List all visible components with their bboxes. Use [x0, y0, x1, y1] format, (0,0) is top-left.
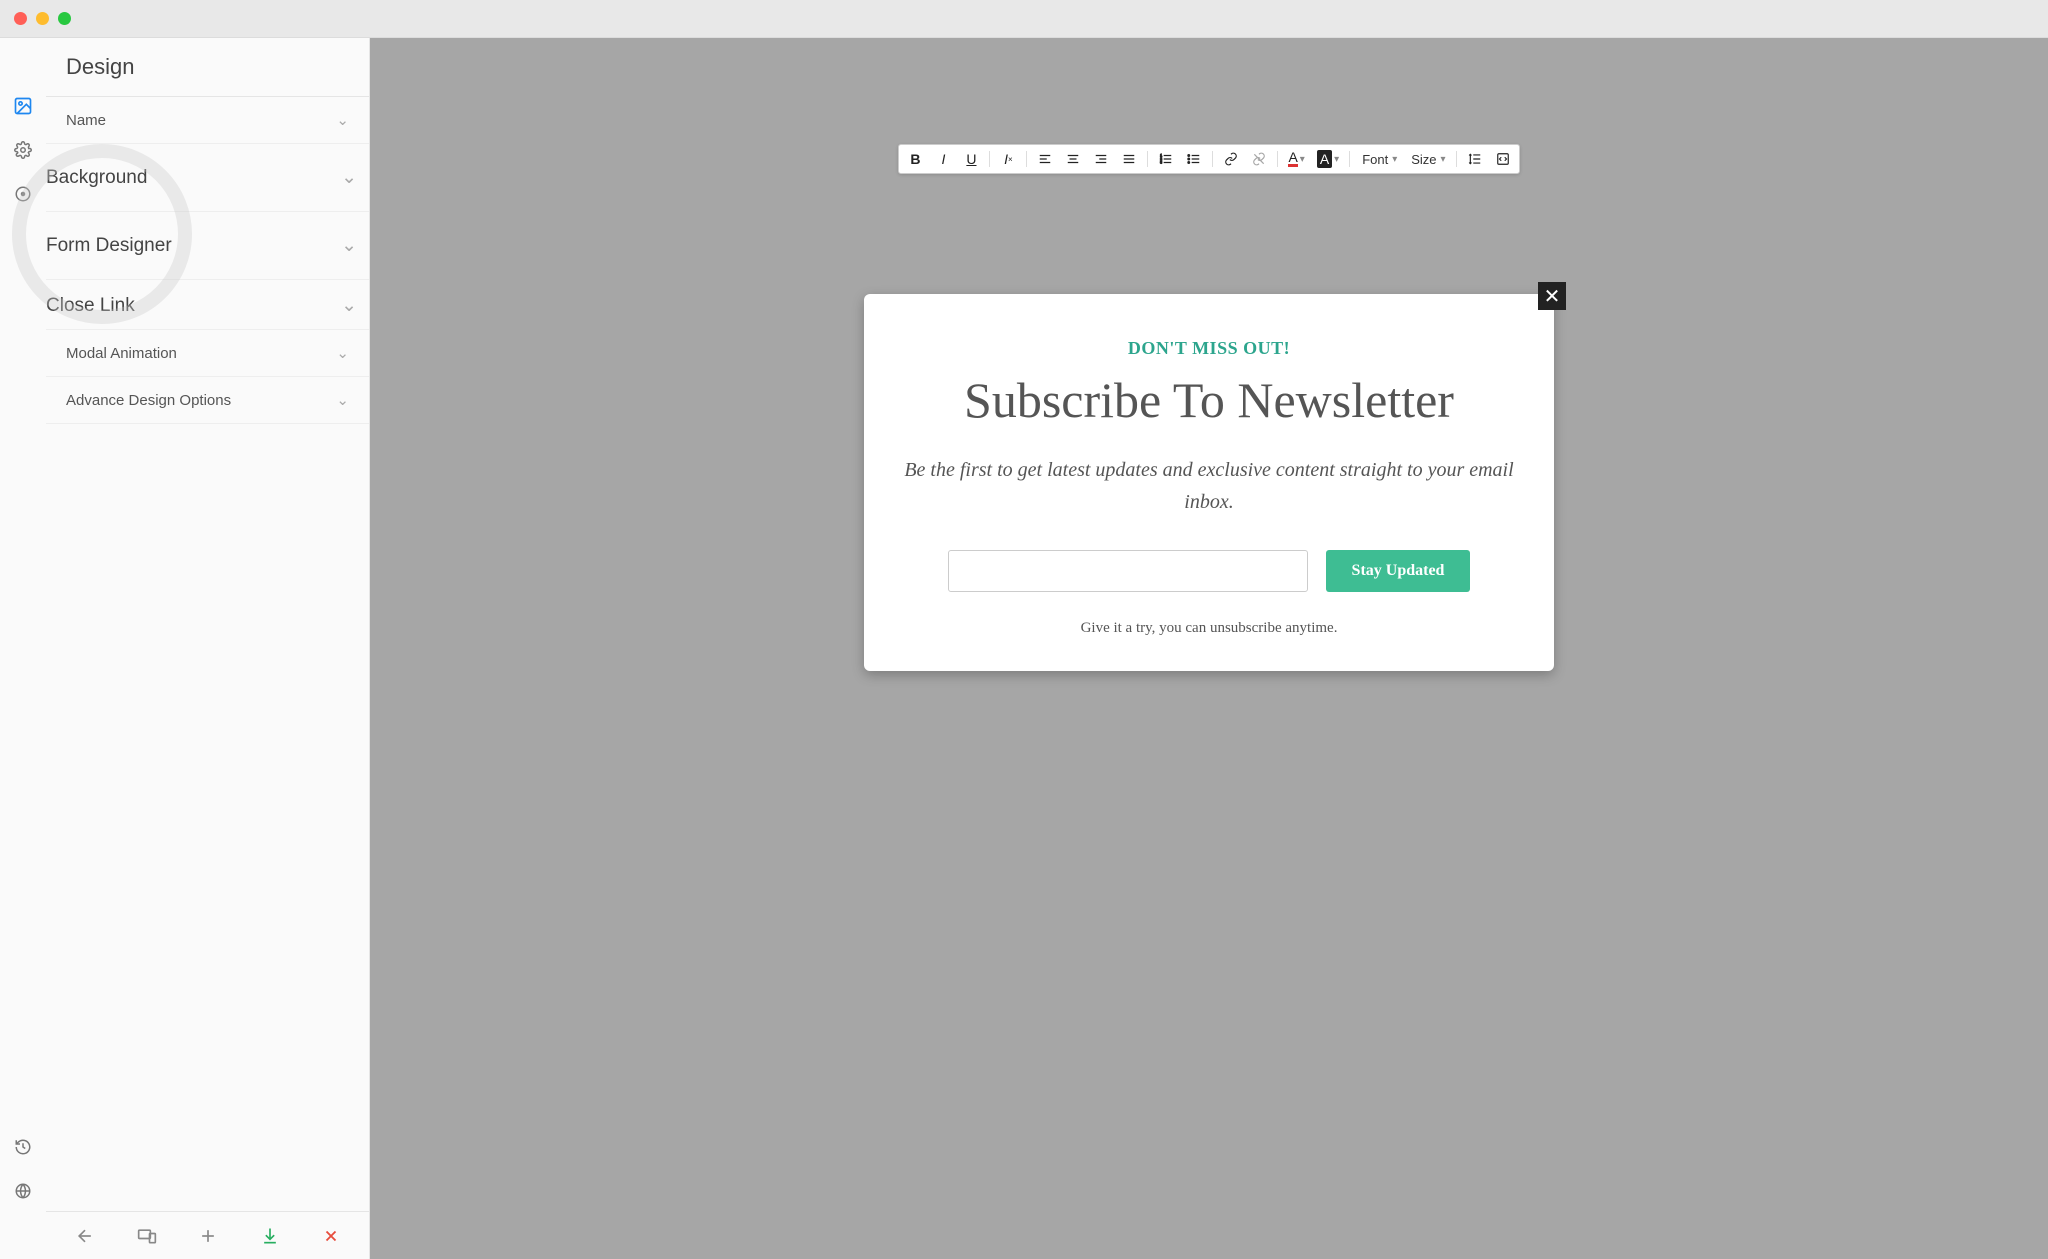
- toolbar-separator: [1147, 151, 1148, 167]
- accordion-label: Name: [66, 112, 106, 129]
- accordion-label: Modal Animation: [66, 345, 177, 362]
- italic-button[interactable]: I: [931, 148, 955, 170]
- popup-preview[interactable]: ✕ DON'T MISS OUT! Subscribe To Newslette…: [864, 294, 1554, 671]
- accordion-label: Background: [46, 167, 147, 189]
- popup-subtitle[interactable]: Be the first to get latest updates and e…: [900, 454, 1518, 518]
- source-button[interactable]: [1491, 148, 1515, 170]
- design-canvas[interactable]: B I U I× 123 A▾ A▾ Font▾ Size▾: [370, 38, 2048, 1259]
- align-left-button[interactable]: [1033, 148, 1057, 170]
- ordered-list-button[interactable]: 123: [1154, 148, 1178, 170]
- toolbar-separator: [989, 151, 990, 167]
- line-height-button[interactable]: [1463, 148, 1487, 170]
- toolbar-separator: [1026, 151, 1027, 167]
- image-icon[interactable]: [13, 96, 33, 116]
- popup-footnote[interactable]: Give it a try, you can unsubscribe anyti…: [900, 620, 1518, 637]
- close-icon[interactable]: [322, 1227, 340, 1245]
- accordion-label: Advance Design Options: [66, 392, 231, 409]
- app-root: Design Name ⌄ Background ⌄ Form Designer…: [0, 38, 2048, 1259]
- accordion-background[interactable]: Background ⌄: [46, 144, 369, 212]
- target-icon[interactable]: [13, 184, 33, 204]
- richtext-toolbar: B I U I× 123 A▾ A▾ Font▾ Size▾: [898, 144, 1519, 174]
- sidebar: Design Name ⌄ Background ⌄ Form Designer…: [46, 38, 370, 1259]
- accordion-advance-design[interactable]: Advance Design Options ⌄: [46, 377, 369, 424]
- accordion-modal-animation[interactable]: Modal Animation ⌄: [46, 330, 369, 377]
- bold-button[interactable]: B: [903, 148, 927, 170]
- underline-button[interactable]: U: [959, 148, 983, 170]
- font-size-button[interactable]: Size▾: [1405, 148, 1449, 170]
- sidebar-footer: [46, 1211, 369, 1259]
- accordion-close-link[interactable]: Close Link ⌄: [46, 280, 369, 330]
- history-icon[interactable]: [13, 1137, 33, 1157]
- bullet-list-button[interactable]: [1182, 148, 1206, 170]
- unlink-button[interactable]: [1247, 148, 1271, 170]
- chevron-down-icon: ⌄: [336, 391, 349, 409]
- accordion-form-designer[interactable]: Form Designer ⌄: [46, 212, 369, 280]
- toolbar-separator: [1277, 151, 1278, 167]
- chevron-down-icon: ⌄: [341, 166, 357, 189]
- popup-form-row: Stay Updated: [900, 550, 1518, 592]
- mac-titlebar: [0, 0, 2048, 38]
- icon-rail: [0, 38, 46, 1259]
- devices-icon[interactable]: [137, 1226, 157, 1246]
- popup-close-button[interactable]: ✕: [1538, 282, 1566, 310]
- email-input[interactable]: [948, 550, 1308, 592]
- popup-eyebrow[interactable]: DON'T MISS OUT!: [900, 338, 1518, 359]
- accordion-label: Close Link: [46, 295, 135, 317]
- gear-icon[interactable]: [13, 140, 33, 160]
- toolbar-separator: [1212, 151, 1213, 167]
- chevron-down-icon: ⌄: [336, 344, 349, 362]
- align-center-button[interactable]: [1061, 148, 1085, 170]
- accordion-name[interactable]: Name ⌄: [46, 97, 369, 144]
- popup-title[interactable]: Subscribe To Newsletter: [900, 373, 1518, 428]
- toolbar-separator: [1349, 151, 1350, 167]
- bg-color-button[interactable]: A▾: [1313, 148, 1343, 170]
- text-color-button[interactable]: A▾: [1284, 148, 1308, 170]
- chevron-down-icon: ⌄: [341, 234, 357, 257]
- globe-icon[interactable]: [13, 1181, 33, 1201]
- align-justify-button[interactable]: [1117, 148, 1141, 170]
- chevron-down-icon: ⌄: [336, 111, 349, 129]
- back-icon[interactable]: [75, 1226, 95, 1246]
- font-family-button[interactable]: Font▾: [1356, 148, 1401, 170]
- window-minimize-dot[interactable]: [36, 12, 49, 25]
- download-icon[interactable]: [260, 1226, 280, 1246]
- svg-text:3: 3: [1161, 161, 1163, 165]
- submit-button[interactable]: Stay Updated: [1326, 550, 1471, 592]
- plus-icon[interactable]: [198, 1226, 218, 1246]
- chevron-down-icon: ⌄: [341, 294, 357, 317]
- window-zoom-dot[interactable]: [58, 12, 71, 25]
- align-right-button[interactable]: [1089, 148, 1113, 170]
- sidebar-header: Design: [46, 38, 369, 97]
- link-button[interactable]: [1219, 148, 1243, 170]
- clear-format-button[interactable]: I×: [996, 148, 1020, 170]
- accordion-label: Form Designer: [46, 235, 172, 257]
- toolbar-separator: [1456, 151, 1457, 167]
- window-close-dot[interactable]: [14, 12, 27, 25]
